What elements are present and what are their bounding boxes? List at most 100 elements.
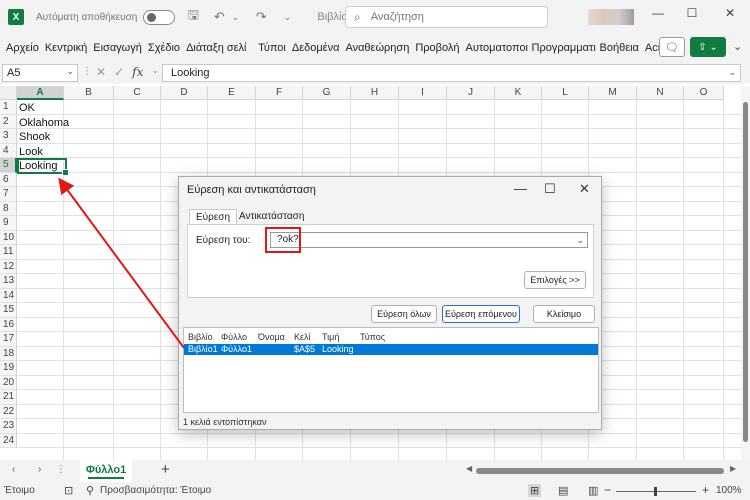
column-header-d[interactable]: D bbox=[161, 86, 208, 100]
customize-toolbar-icon[interactable]: ⌄ bbox=[279, 12, 295, 23]
select-all-corner[interactable] bbox=[0, 86, 17, 100]
row-header-9[interactable]: 9 bbox=[0, 216, 17, 231]
enter-icon[interactable]: ✓ bbox=[114, 65, 124, 79]
scroll-right-icon[interactable]: ▶ bbox=[730, 464, 736, 473]
column-header-k[interactable]: K bbox=[495, 86, 542, 100]
dialog-minimize-icon[interactable]: — bbox=[514, 181, 527, 196]
close-window-icon[interactable]: ✕ bbox=[720, 6, 740, 20]
cell-a1[interactable]: OK bbox=[19, 101, 35, 115]
row-header-1[interactable]: 1 bbox=[0, 100, 17, 115]
column-header-b[interactable]: B bbox=[64, 86, 114, 100]
page-layout-view-icon[interactable]: ▤ bbox=[558, 484, 568, 497]
cancel-icon[interactable]: ✕ bbox=[96, 65, 106, 79]
prev-sheet-icon[interactable]: ‹ bbox=[12, 464, 15, 475]
cell-a2[interactable]: Oklahoma bbox=[19, 116, 69, 130]
column-header-e[interactable]: E bbox=[208, 86, 256, 100]
options-button[interactable]: Επιλογές >> bbox=[524, 271, 586, 289]
vertical-scrollbar[interactable] bbox=[741, 86, 750, 460]
header-cell[interactable]: Κελί bbox=[294, 332, 311, 342]
function-dropdown-icon[interactable]: ⌄ bbox=[151, 65, 159, 79]
row-header-5[interactable]: 5 bbox=[0, 158, 17, 173]
comments-button[interactable]: 🗨 bbox=[659, 37, 685, 57]
tab-home[interactable]: Κεντρική bbox=[43, 42, 89, 54]
row-header-21[interactable]: 21 bbox=[0, 390, 17, 405]
find-all-button[interactable]: Εύρεση όλων bbox=[371, 305, 437, 323]
column-header-a[interactable]: A bbox=[17, 86, 64, 100]
tab-draw[interactable]: Σχέδιο bbox=[146, 42, 182, 54]
macro-record-icon[interactable]: ⊡ bbox=[64, 484, 73, 497]
page-break-view-icon[interactable]: ▥ bbox=[588, 484, 598, 497]
column-header-i[interactable]: I bbox=[399, 86, 447, 100]
undo-icon[interactable]: ↶ bbox=[211, 9, 227, 25]
search-input[interactable]: ⌕ Αναζήτηση bbox=[345, 6, 548, 28]
active-cell-border[interactable] bbox=[17, 158, 69, 176]
row-header-6[interactable]: 6 bbox=[0, 172, 17, 187]
close-button[interactable]: Κλείσιμο bbox=[533, 305, 595, 323]
column-header-c[interactable]: C bbox=[114, 86, 161, 100]
column-header-h[interactable]: H bbox=[351, 86, 399, 100]
row-header-24[interactable]: 24 bbox=[0, 433, 17, 448]
result-row[interactable]: Βιβλίο1 Φύλλο1 $A$5 Looking bbox=[184, 344, 598, 355]
tab-formulas[interactable]: Τύποι bbox=[256, 42, 288, 54]
chevron-down-icon[interactable]: ⌄ bbox=[66, 66, 74, 77]
column-header-g[interactable]: G bbox=[303, 86, 351, 100]
expand-formula-icon[interactable]: ⌄ bbox=[728, 67, 736, 78]
redo-icon[interactable]: ↷ bbox=[253, 9, 269, 25]
cell-a4[interactable]: Look bbox=[19, 145, 43, 159]
row-header-2[interactable]: 2 bbox=[0, 114, 17, 129]
row-header-15[interactable]: 15 bbox=[0, 303, 17, 318]
account-avatar[interactable] bbox=[588, 9, 634, 25]
row-header-10[interactable]: 10 bbox=[0, 230, 17, 245]
more-sheets-icon[interactable]: ⋮ bbox=[56, 464, 66, 475]
accessibility-status[interactable]: Προσβασιμότητα: Έτοιμο bbox=[100, 485, 211, 496]
row-header-4[interactable]: 4 bbox=[0, 143, 17, 158]
column-header-f[interactable]: F bbox=[256, 86, 303, 100]
row-header-22[interactable]: 22 bbox=[0, 404, 17, 419]
tab-page-layout[interactable]: Διάταξη σελί bbox=[184, 42, 254, 54]
save-icon[interactable]: 🖫 bbox=[185, 6, 201, 28]
header-name[interactable]: Όνομα bbox=[258, 332, 285, 342]
undo-dropdown-icon[interactable]: ⌄ bbox=[227, 12, 243, 23]
row-header-12[interactable]: 12 bbox=[0, 259, 17, 274]
tab-data[interactable]: Δεδομένα bbox=[290, 42, 342, 54]
header-value[interactable]: Τιμή bbox=[322, 332, 339, 342]
find-what-input[interactable]: ?ok? ⌄ bbox=[270, 232, 588, 248]
sheet-tab-active[interactable]: Φύλλο1 bbox=[80, 460, 132, 482]
row-header-8[interactable]: 8 bbox=[0, 201, 17, 216]
row-header-7[interactable]: 7 bbox=[0, 187, 17, 202]
column-header-m[interactable]: M bbox=[589, 86, 637, 100]
header-sheet[interactable]: Φύλλο bbox=[221, 332, 247, 342]
row-header-13[interactable]: 13 bbox=[0, 274, 17, 289]
row-header-17[interactable]: 17 bbox=[0, 332, 17, 347]
cell-a3[interactable]: Shook bbox=[19, 130, 50, 144]
row-header-3[interactable]: 3 bbox=[0, 129, 17, 144]
formula-bar-grip-icon[interactable]: ⋮ bbox=[82, 66, 92, 77]
vertical-scroll-thumb[interactable] bbox=[743, 102, 748, 442]
chevron-down-icon[interactable]: ⌄ bbox=[576, 233, 584, 247]
maximize-icon[interactable]: ☐ bbox=[682, 6, 702, 20]
minimize-icon[interactable]: — bbox=[648, 6, 668, 20]
results-list[interactable]: Βιβλίο Φύλλο Όνομα Κελί Τιμή Τύπος Βιβλί… bbox=[183, 327, 599, 413]
horizontal-scroll-thumb[interactable] bbox=[476, 468, 724, 474]
column-header-j[interactable]: J bbox=[447, 86, 495, 100]
add-sheet-icon[interactable]: + bbox=[161, 461, 170, 478]
next-sheet-icon[interactable]: › bbox=[38, 464, 41, 475]
tab-replace[interactable]: Αντικατάσταση bbox=[233, 209, 310, 225]
formula-input[interactable]: Looking ⌄ bbox=[162, 64, 741, 82]
row-header-23[interactable]: 23 bbox=[0, 419, 17, 434]
dialog-maximize-icon[interactable]: ☐ bbox=[544, 181, 556, 197]
row-header-11[interactable]: 11 bbox=[0, 245, 17, 260]
header-book[interactable]: Βιβλίο bbox=[188, 332, 213, 342]
zoom-in-icon[interactable]: + bbox=[702, 483, 709, 497]
column-header-l[interactable]: L bbox=[542, 86, 589, 100]
dialog-close-icon[interactable]: ✕ bbox=[579, 181, 590, 197]
header-formula[interactable]: Τύπος bbox=[360, 332, 385, 342]
row-header-19[interactable]: 19 bbox=[0, 361, 17, 376]
row-header-20[interactable]: 20 bbox=[0, 375, 17, 390]
zoom-out-icon[interactable]: − bbox=[604, 483, 611, 497]
ribbon-expand-icon[interactable]: ⌄ bbox=[733, 40, 742, 53]
row-header-14[interactable]: 14 bbox=[0, 288, 17, 303]
tab-view[interactable]: Προβολή bbox=[413, 42, 461, 54]
name-box[interactable]: A5 ⌄ bbox=[2, 64, 78, 82]
row-header-18[interactable]: 18 bbox=[0, 346, 17, 361]
